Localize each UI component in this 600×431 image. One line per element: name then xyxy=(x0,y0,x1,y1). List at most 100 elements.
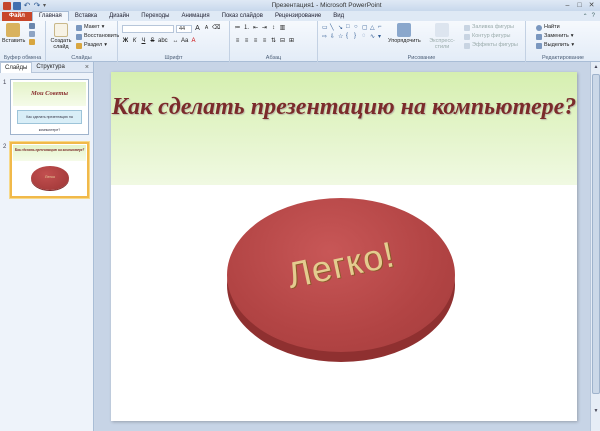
shrink-font-button[interactable]: A xyxy=(203,25,210,32)
reset-icon xyxy=(76,33,82,40)
redo-icon[interactable]: ↷ xyxy=(33,1,41,10)
reset-label: Восстановить xyxy=(84,33,120,39)
line-spacing-icon[interactable]: ↕ xyxy=(270,25,277,32)
change-case-icon[interactable]: Aa xyxy=(181,38,188,45)
minimize-ribbon-icon[interactable]: ⌃ xyxy=(583,13,588,20)
tab-slideshow[interactable]: Показ слайдов xyxy=(216,12,269,21)
tab-home[interactable]: Главная xyxy=(31,11,69,21)
reset-button[interactable]: Восстановить xyxy=(76,33,119,40)
triangle-shape-icon[interactable]: △ xyxy=(370,24,377,32)
numbering-icon[interactable]: ⒈ xyxy=(243,25,250,32)
columns-icon[interactable]: ▥ xyxy=(279,25,286,32)
more-shapes-icon[interactable]: ▾ xyxy=(378,33,385,41)
customize-qat-icon[interactable]: ▾ xyxy=(43,2,46,9)
increase-indent-icon[interactable]: ⇥ xyxy=(261,25,268,32)
slide-title[interactable]: Как сделать презентацию на компьютере? xyxy=(111,90,577,124)
drawing-group-label: Рисование xyxy=(407,55,436,61)
replace-button[interactable]: Заменить ▾ xyxy=(536,33,573,40)
tab-outline[interactable]: Структура xyxy=(32,62,68,72)
align-center-icon[interactable]: ≡ xyxy=(243,38,250,45)
slide-canvas[interactable]: Как сделать презентацию на компьютере? Л… xyxy=(111,72,577,421)
curve-shape-icon[interactable]: ∿ xyxy=(370,33,377,41)
section-button[interactable]: Раздел ▾ xyxy=(76,42,107,49)
rect-shape-icon[interactable]: □ xyxy=(346,24,353,32)
section-label: Раздел xyxy=(84,42,103,48)
powerpoint-app-icon[interactable] xyxy=(3,1,11,10)
text-direction-icon[interactable]: ⇅ xyxy=(270,38,277,45)
scroll-up-icon[interactable]: ▲ xyxy=(592,63,600,71)
oval-shape[interactable]: Легко! xyxy=(227,198,455,364)
minimize-button[interactable]: – xyxy=(563,2,572,10)
scroll-down-icon[interactable]: ▼ xyxy=(592,407,600,415)
undo-icon[interactable]: ↶ xyxy=(23,1,31,10)
thumb-2-oval: Легко xyxy=(31,166,69,190)
decrease-indent-icon[interactable]: ⇤ xyxy=(252,25,259,32)
font-group: 44 A A ⌫ Ж К Ч S abc ↔ Aa A Шрифт xyxy=(118,21,230,62)
justify-icon[interactable]: ≡ xyxy=(261,38,268,45)
underline-button[interactable]: Ч xyxy=(140,38,147,45)
scrollbar-thumb[interactable] xyxy=(592,74,600,394)
arrow-shape-icon[interactable]: ↘ xyxy=(338,24,345,32)
italic-button[interactable]: К xyxy=(131,38,138,45)
shape-fill-button[interactable]: Заливка фигуры xyxy=(464,24,514,31)
tab-review[interactable]: Рецензирование xyxy=(269,12,327,21)
clear-formatting-icon[interactable]: ⌫ xyxy=(212,25,220,32)
tab-animations[interactable]: Анимация xyxy=(175,12,215,21)
maximize-button[interactable]: □ xyxy=(575,2,584,10)
tab-view[interactable]: Вид xyxy=(327,12,350,21)
slide-thumbnail-1[interactable]: Мои Советы Как сделать презентацию на ко… xyxy=(10,79,89,135)
char-spacing-icon[interactable]: ↔ xyxy=(172,38,179,45)
arrange-icon xyxy=(397,23,411,37)
arrange-button[interactable]: Упорядочить xyxy=(388,23,421,44)
brace-shape-icon[interactable]: { xyxy=(346,33,353,41)
bullets-icon[interactable]: ≔ xyxy=(234,25,241,32)
tab-slides[interactable]: Слайды xyxy=(0,61,33,73)
paste-button[interactable]: Вставить xyxy=(2,23,25,44)
align-left-icon[interactable]: ≡ xyxy=(234,38,241,45)
select-button[interactable]: Выделить ▾ xyxy=(536,42,574,49)
layout-button[interactable]: Макет ▾ xyxy=(76,24,104,31)
shadow-icon[interactable]: abc xyxy=(158,38,168,45)
new-slide-button[interactable]: Создать слайд xyxy=(49,23,73,50)
shape-effects-button[interactable]: Эффекты фигуры xyxy=(464,42,518,49)
vertical-scrollbar[interactable]: ▲ ▼ xyxy=(590,62,600,431)
close-panel-icon[interactable]: × xyxy=(85,64,93,71)
tab-insert[interactable]: Вставка xyxy=(69,12,103,21)
tab-transitions[interactable]: Переходы xyxy=(135,12,175,21)
smartart-icon[interactable]: ⊞ xyxy=(288,38,295,45)
line-shape-icon[interactable]: ╲ xyxy=(330,24,337,32)
oval-shape-icon[interactable]: ○ xyxy=(354,24,361,32)
find-icon xyxy=(536,24,542,31)
slide-thumbnail-2[interactable]: Как сделать презентацию на компьютере? Л… xyxy=(10,142,89,198)
star-shape-icon[interactable]: ☆ xyxy=(338,33,345,41)
arrow-down-shape-icon[interactable]: ⇩ xyxy=(330,33,337,41)
save-icon[interactable] xyxy=(13,1,21,10)
shape-outline-icon xyxy=(464,33,470,40)
brace-right-shape-icon[interactable]: } xyxy=(354,33,361,41)
callout-shape-icon[interactable]: ◌ xyxy=(362,33,369,41)
connector-shape-icon[interactable]: ⌐ xyxy=(378,24,385,32)
tab-design[interactable]: Дизайн xyxy=(103,12,135,21)
find-button[interactable]: Найти xyxy=(536,24,560,31)
close-button[interactable]: ✕ xyxy=(587,2,596,10)
font-color-icon[interactable]: A xyxy=(190,38,197,45)
shapes-gallery[interactable]: ▭ ╲ ↘ □ ○ ▢ △ ⌐ ⇨ ⇩ ☆ { } ◌ ∿ ▾ xyxy=(322,24,382,50)
bold-button[interactable]: Ж xyxy=(122,38,129,45)
cut-icon[interactable] xyxy=(29,23,35,29)
font-name-field[interactable] xyxy=(122,25,174,33)
copy-icon[interactable] xyxy=(29,31,35,37)
align-right-icon[interactable]: ≡ xyxy=(252,38,259,45)
grow-font-button[interactable]: A xyxy=(194,25,201,32)
quick-styles-button[interactable]: Экспресс-стили xyxy=(424,23,460,50)
rounded-rect-shape-icon[interactable]: ▢ xyxy=(362,24,369,32)
strikethrough-button[interactable]: S xyxy=(149,38,156,45)
align-text-icon[interactable]: ⊟ xyxy=(279,38,286,45)
tab-file[interactable]: Файл xyxy=(2,12,32,21)
replace-icon xyxy=(536,33,542,40)
font-size-field[interactable]: 44 xyxy=(176,25,192,33)
arrow-right-shape-icon[interactable]: ⇨ xyxy=(322,33,329,41)
help-icon[interactable]: ? xyxy=(592,13,595,19)
textbox-shape-icon[interactable]: ▭ xyxy=(322,24,329,32)
format-painter-icon[interactable] xyxy=(29,39,35,45)
shape-outline-button[interactable]: Контур фигуры xyxy=(464,33,510,40)
